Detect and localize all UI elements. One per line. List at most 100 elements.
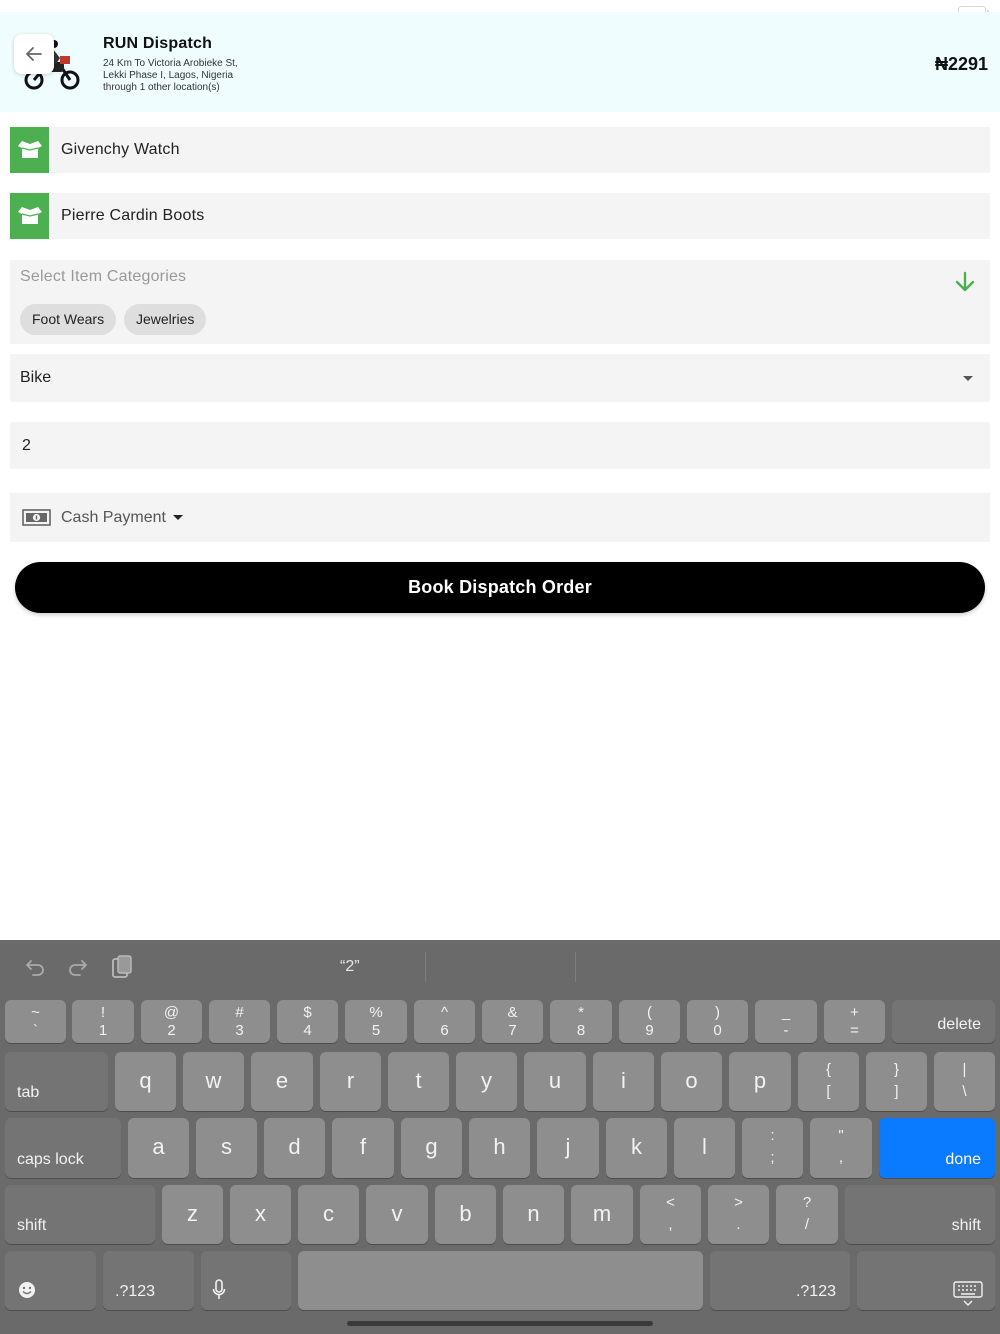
done-key[interactable]: done <box>879 1118 995 1178</box>
payment-method-select[interactable]: Cash Payment <box>10 493 990 542</box>
undo-icon[interactable] <box>24 956 46 978</box>
key-backslash[interactable]: | \ <box>934 1052 995 1111</box>
emoji-icon <box>19 1282 35 1298</box>
key-minus[interactable]: _ - <box>755 1000 817 1043</box>
space-key[interactable] <box>298 1251 703 1310</box>
key-l[interactable]: l <box>674 1118 735 1178</box>
keyboard-toolbar: “2” <box>0 940 1000 996</box>
item-categories-select[interactable]: Select Item Categories Foot Wears Jewelr… <box>10 260 990 344</box>
key-s[interactable]: s <box>196 1118 257 1178</box>
microphone-icon <box>212 1279 226 1299</box>
suggestion-divider <box>425 952 426 982</box>
numbers-right-key[interactable]: .?123 <box>710 1251 850 1310</box>
vehicle-select[interactable]: Bike <box>10 354 990 402</box>
key-e[interactable]: e <box>251 1052 313 1111</box>
vehicle-value: Bike <box>20 369 52 386</box>
category-chip-jewelries[interactable]: Jewelries <box>124 304 207 335</box>
key-comma[interactable]: <, <box>640 1185 701 1244</box>
redo-icon[interactable] <box>67 956 89 978</box>
key-v[interactable]: v <box>366 1185 428 1244</box>
address-line: 24 Km To Victoria Arobieke St, <box>103 58 238 69</box>
arrow-left-icon <box>26 47 42 61</box>
key-h[interactable]: h <box>469 1118 530 1178</box>
key-9[interactable]: (9 <box>619 1000 680 1043</box>
item-row-pierre-cardin[interactable]: Pierre Cardin Boots <box>10 193 990 239</box>
delete-key[interactable]: delete <box>892 1000 995 1043</box>
key-m[interactable]: m <box>571 1185 633 1244</box>
caret-down-icon <box>173 515 183 520</box>
key-2[interactable]: @2 <box>141 1000 202 1043</box>
key-5[interactable]: % 5 <box>345 1000 407 1043</box>
caret-down-icon <box>963 376 973 381</box>
cash-icon <box>22 509 51 526</box>
key-semicolon[interactable]: :; <box>742 1118 803 1178</box>
item-name: Givenchy Watch <box>61 141 180 158</box>
emoji-key[interactable] <box>5 1251 96 1310</box>
key-w[interactable]: w <box>183 1052 244 1111</box>
key-period[interactable]: >. <box>708 1185 769 1244</box>
key-a[interactable]: a <box>128 1118 189 1178</box>
key-equals[interactable]: + = <box>824 1000 885 1043</box>
key-f[interactable]: f <box>332 1118 394 1178</box>
address-line: Lekki Phase I, Lagos, Nigeria <box>103 70 234 81</box>
key-7[interactable]: & 7 <box>482 1000 543 1043</box>
home-indicator[interactable] <box>347 1321 653 1326</box>
item-row-givenchy[interactable]: Givenchy Watch <box>10 127 990 173</box>
key-r[interactable]: r <box>320 1052 381 1111</box>
package-icon <box>10 193 49 239</box>
key-g[interactable]: g <box>401 1118 462 1178</box>
key-backtick[interactable]: ~ ` <box>5 1000 66 1043</box>
key-left-brace[interactable]: {[ <box>798 1052 859 1111</box>
item-name: Pierre Cardin Boots <box>61 207 205 224</box>
key-c[interactable]: c <box>298 1185 359 1244</box>
hide-keyboard-key[interactable] <box>857 1251 995 1310</box>
key-0[interactable]: ) 0 <box>687 1000 748 1043</box>
key-t[interactable]: t <box>388 1052 449 1111</box>
suggestion-divider <box>575 952 576 982</box>
key-right-brace[interactable]: }] <box>866 1052 927 1111</box>
payment-value: Cash Payment <box>61 509 166 526</box>
tab-key[interactable]: tab <box>5 1052 108 1111</box>
dispatch-price: ₦2291 <box>934 54 988 74</box>
quantity-value: 2 <box>22 437 31 454</box>
key-6[interactable]: ^ 6 <box>414 1000 475 1043</box>
book-dispatch-order-button[interactable]: Book Dispatch Order <box>15 562 985 613</box>
dictation-key[interactable] <box>201 1251 291 1310</box>
key-p[interactable]: p <box>729 1052 791 1111</box>
key-j[interactable]: j <box>537 1118 599 1178</box>
key-y[interactable]: y <box>456 1052 517 1111</box>
key-1[interactable]: ! 1 <box>72 1000 134 1043</box>
keyboard-dismiss-icon <box>953 1281 983 1306</box>
key-b[interactable]: b <box>435 1185 496 1244</box>
dispatch-address: 24 Km To Victoria Arobieke St, Lekki Pha… <box>103 58 303 94</box>
numbers-left-key[interactable]: .?123 <box>103 1251 194 1310</box>
paste-icon[interactable] <box>111 954 133 980</box>
key-4[interactable]: $4 <box>277 1000 338 1043</box>
key-k[interactable]: k <box>606 1118 667 1178</box>
back-button[interactable] <box>14 34 54 74</box>
category-chip-foot-wears[interactable]: Foot Wears <box>20 304 117 335</box>
quantity-input[interactable]: 2 <box>10 422 990 469</box>
key-o[interactable]: o <box>661 1052 722 1111</box>
dispatch-header: RUN Dispatch 24 Km To Victoria Arobieke … <box>0 12 1000 112</box>
keyboard-suggestion[interactable]: “2” <box>340 958 360 976</box>
key-x[interactable]: x <box>230 1185 291 1244</box>
caps-lock-key[interactable]: caps lock <box>5 1118 121 1178</box>
shift-right-key[interactable]: shift <box>845 1185 995 1244</box>
address-line: through 1 other location(s) <box>103 82 220 93</box>
shift-left-key[interactable]: shift <box>5 1185 155 1244</box>
categories-placeholder: Select Item Categories <box>20 268 187 285</box>
key-n[interactable]: n <box>503 1185 564 1244</box>
key-8[interactable]: * 8 <box>550 1000 612 1043</box>
package-icon <box>10 127 49 173</box>
key-slash[interactable]: ? / <box>776 1185 838 1244</box>
key-z[interactable]: z <box>162 1185 223 1244</box>
key-i[interactable]: i <box>593 1052 654 1111</box>
key-q[interactable]: q <box>115 1052 176 1111</box>
key-quote[interactable]: ", <box>810 1118 872 1178</box>
key-d[interactable]: d <box>264 1118 325 1178</box>
arrow-down-icon[interactable] <box>954 270 976 294</box>
key-u[interactable]: u <box>524 1052 586 1111</box>
on-screen-keyboard: “2” ~ ` ! 1 @2 #3 $4 % 5 ^ 6 & 7 * 8 (9 ) 0 _ - … <box>0 940 1000 1334</box>
key-3[interactable]: #3 <box>209 1000 270 1043</box>
